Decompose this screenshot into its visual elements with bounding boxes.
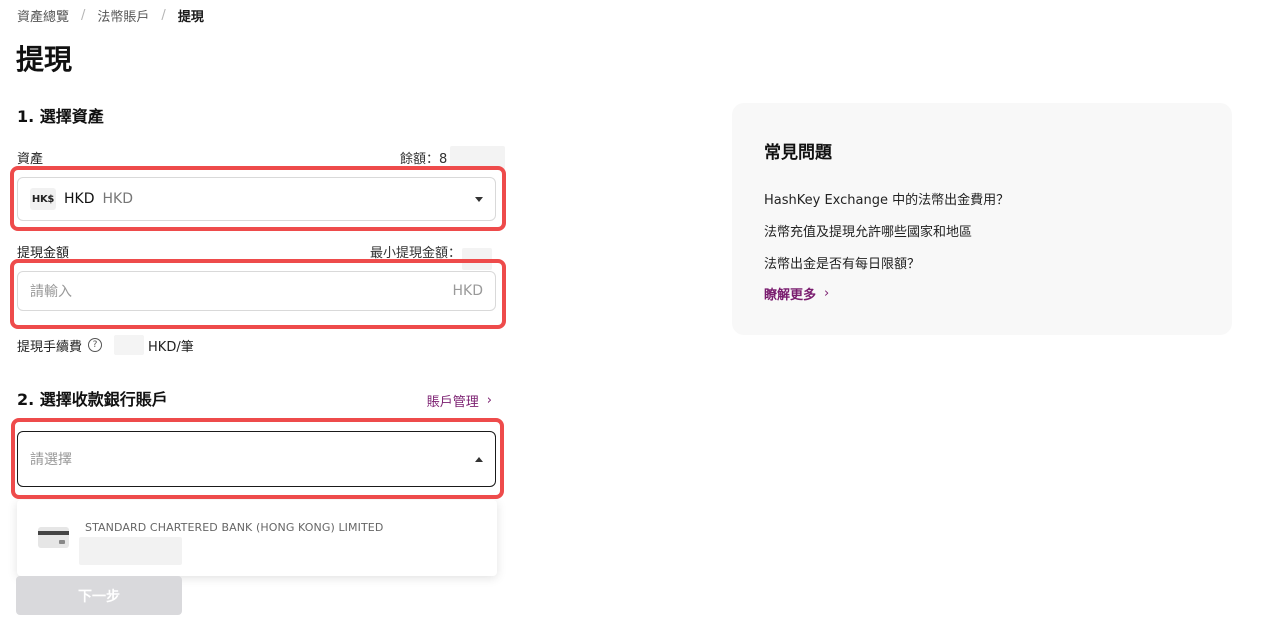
bank-account-name: STANDARD CHARTERED BANK (HONG KONG) LIMI… <box>85 521 384 534</box>
asset-label: 資產 <box>17 152 44 167</box>
step2-title: 2. 選擇收款銀行賬戶 <box>17 390 168 409</box>
bank-account-select[interactable]: 請選擇 <box>17 431 496 487</box>
fee-row: 提現手續費 ? HKD/筆 <box>17 335 194 355</box>
bank-account-option[interactable]: STANDARD CHARTERED BANK (HONG KONG) LIMI… <box>17 500 497 576</box>
faq-item-daily-limit[interactable]: 法幣出金是否有每日限額？ <box>764 253 920 272</box>
bank-account-number-redaction <box>79 537 182 565</box>
caret-down-icon <box>475 196 483 202</box>
fee-value-redaction <box>114 335 145 355</box>
min-amount-redaction <box>462 248 492 270</box>
bank-account-placeholder: 請選擇 <box>30 452 72 468</box>
bank-card-icon <box>38 527 69 548</box>
amount-input[interactable]: 請輸入 HKD <box>17 271 496 311</box>
balance-redaction <box>450 146 505 170</box>
breadcrumb: 資產總覽 / 法幣賬戶 / 提現 <box>17 6 204 25</box>
balance-label: 餘額：8 <box>400 152 448 167</box>
account-management-label: 賬戶管理 <box>426 395 479 410</box>
breadcrumb-withdraw: 提現 <box>177 10 204 25</box>
chevron-right-icon: › <box>486 393 492 408</box>
breadcrumb-separator: / <box>81 8 86 23</box>
fee-unit: HKD/筆 <box>148 339 194 355</box>
caret-up-icon <box>475 456 483 462</box>
bank-account-dropdown: STANDARD CHARTERED BANK (HONG KONG) LIMI… <box>17 500 497 576</box>
amount-label: 提現金額 <box>17 246 70 261</box>
breadcrumb-separator: / <box>161 8 166 23</box>
faq-learn-more-link[interactable]: 瞭解更多 › <box>764 284 829 303</box>
asset-name: HKD <box>102 191 134 207</box>
amount-unit: HKD <box>452 283 484 299</box>
account-management-link[interactable]: 賬戶管理 › <box>427 391 492 410</box>
faq-item-fee[interactable]: HashKey Exchange 中的法幣出金費用？ <box>764 189 1009 208</box>
faq-learn-more-label: 瞭解更多 <box>764 288 817 303</box>
hkd-currency-icon: HK$ <box>30 188 56 210</box>
next-step-button[interactable]: 下一步 <box>16 576 182 615</box>
breadcrumb-assets-overview[interactable]: 資產總覽 <box>17 6 69 25</box>
step1-title: 1. 選擇資產 <box>17 107 104 126</box>
fee-label: 提現手續費 <box>17 339 83 355</box>
page-title: 提現 <box>16 43 73 76</box>
min-amount-label: 最小提現金額： <box>370 246 462 261</box>
asset-select[interactable]: HK$ HKD HKD <box>17 177 496 221</box>
faq-card: 常見問題 HashKey Exchange 中的法幣出金費用？ 法幣充值及提現允… <box>732 103 1232 335</box>
chevron-right-icon: › <box>824 286 830 301</box>
faq-title: 常見問題 <box>764 143 832 163</box>
asset-symbol: HKD <box>64 191 95 207</box>
amount-placeholder: 請輸入 <box>30 284 72 300</box>
faq-item-regions[interactable]: 法幣充值及提現允許哪些國家和地區 <box>764 221 972 240</box>
breadcrumb-fiat-account[interactable]: 法幣賬戶 <box>97 6 149 25</box>
help-circle-icon[interactable]: ? <box>88 338 103 352</box>
